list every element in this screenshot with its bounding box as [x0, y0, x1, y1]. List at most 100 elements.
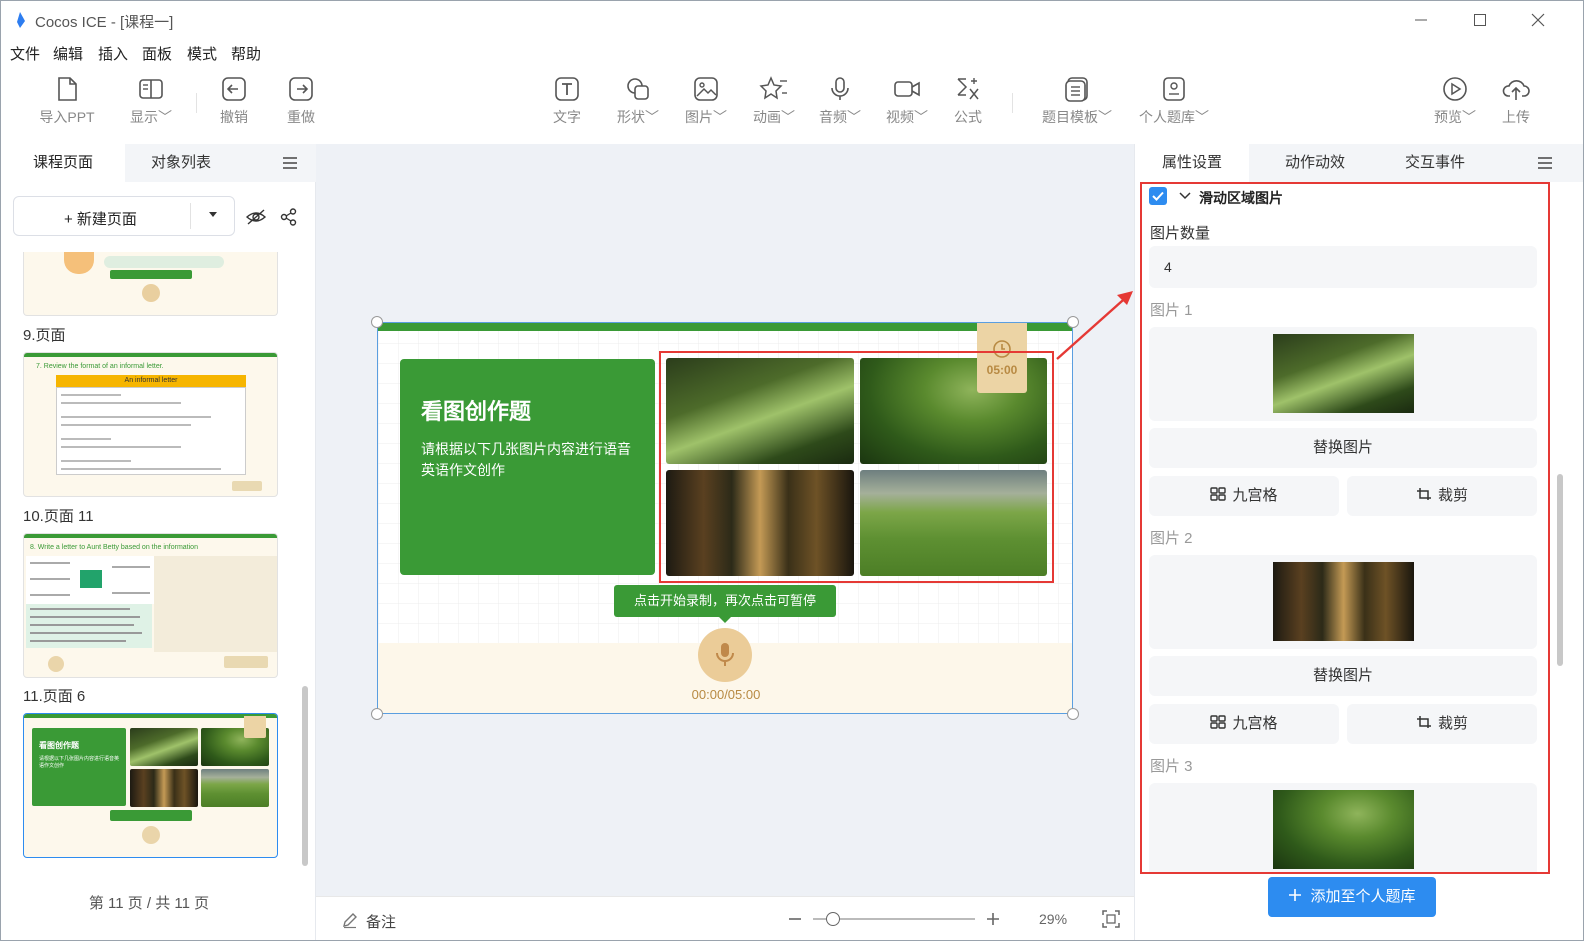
video-button[interactable]: 视频﹀ — [875, 73, 939, 129]
resize-handle-tl[interactable] — [371, 316, 383, 328]
maximize-button[interactable] — [1465, 7, 1495, 33]
mini-mic — [142, 826, 160, 844]
menu-file[interactable]: 文件 — [10, 43, 40, 64]
menu-mode[interactable]: 模式 — [187, 43, 217, 64]
image-label: 图片 — [685, 109, 713, 125]
tab-animations[interactable]: 动作动效 — [1255, 144, 1375, 182]
image-button[interactable]: 图片﹀ — [674, 73, 738, 129]
audio-button[interactable]: 音频﹀ — [808, 73, 872, 129]
slide-top-bar — [24, 714, 277, 718]
letter-box — [56, 387, 246, 475]
undo-button[interactable]: 撤销 — [202, 73, 266, 129]
redo-button[interactable]: 重做 — [269, 73, 333, 129]
audio-label: 音频 — [819, 109, 847, 125]
fit-screen-icon[interactable] — [1101, 909, 1121, 929]
right-tabs: 属性设置 动作动效 交互事件 — [1135, 144, 1583, 182]
page-counter: 第 11 页 / 共 11 页 — [88, 895, 210, 912]
slide-top-bar — [378, 323, 1072, 331]
page-label-10: 10.页面 11 — [23, 508, 94, 525]
menu-bar: 文件 编辑 插入 面板 模式 帮助 — [1, 39, 1583, 65]
mini-image-4 — [201, 769, 269, 807]
preview-button[interactable]: 预览﹀ — [1423, 73, 1487, 129]
bottom-bar: 备注 29% — [316, 896, 1134, 940]
slide-description: 请根据以下几张图片内容进行语音英语作文创作 — [421, 441, 631, 478]
notes-button[interactable]: 备注 — [366, 911, 396, 932]
formula-icon — [957, 78, 979, 100]
undo-label: 撤销 — [220, 109, 248, 125]
tab-interactions[interactable]: 交互事件 — [1375, 144, 1495, 182]
upload-button[interactable]: 上传 — [1484, 73, 1548, 129]
add-to-personal-bank-button[interactable]: 添加至个人题库 — [1268, 877, 1436, 917]
animation-button[interactable]: 动画﹀ — [742, 73, 806, 129]
menu-help[interactable]: 帮助 — [231, 43, 261, 64]
mini-record-tip — [110, 810, 192, 821]
menu-edit[interactable]: 编辑 — [53, 43, 83, 64]
record-tip: 点击开始录制，再次点击可暂停 — [614, 585, 836, 617]
left-panel-menu-icon[interactable] — [282, 156, 298, 170]
display-icon — [139, 79, 163, 99]
menu-insert[interactable]: 插入 — [98, 43, 128, 64]
question-bank-icon — [1163, 77, 1185, 101]
new-page-button[interactable]: + 新建页面 — [13, 196, 235, 236]
mini-image-1 — [130, 728, 198, 766]
left-scrollbar[interactable] — [302, 686, 308, 866]
editor-canvas[interactable]: 看图创作题 请根据以下几张图片内容进行语音英语作文创作 05:00 点击开始录制… — [316, 144, 1134, 896]
record-button[interactable] — [698, 628, 752, 682]
preview-label: 预览 — [1434, 109, 1462, 125]
redo-icon — [289, 77, 313, 101]
zoom-slider-thumb[interactable] — [826, 912, 840, 926]
page-thumbnail-current[interactable]: 看图创作题 请根据以下几张图片内容进行语音英语作文创作 — [23, 713, 278, 858]
left-panel: 课程页面 对象列表 + 新建页面 9.页面 7. Review the form… — [1, 144, 316, 940]
personal-bank-label: 个人题库 — [1139, 109, 1195, 125]
shape-button[interactable]: 形状﹀ — [606, 73, 670, 129]
right-scrollbar[interactable] — [1557, 474, 1563, 666]
mini-image-3 — [130, 769, 198, 807]
zoom-in-icon[interactable] — [985, 911, 1001, 927]
page-label-11: 11.页面 6 — [23, 688, 86, 705]
close-icon — [1531, 13, 1545, 27]
mini-title-card: 看图创作题 请根据以下几张图片内容进行语音英语作文创作 — [32, 728, 126, 806]
caret-down-icon[interactable] — [208, 211, 218, 219]
zoom-out-icon[interactable] — [787, 911, 803, 927]
import-ppt-button[interactable]: 导入PPT — [35, 73, 99, 129]
text-button[interactable]: 文字 — [535, 73, 599, 129]
upload-cloud-icon — [1502, 80, 1530, 100]
display-label: 显示 — [130, 109, 158, 125]
close-button[interactable] — [1523, 7, 1553, 33]
plus-icon — [1289, 889, 1302, 901]
tab-properties[interactable]: 属性设置 — [1135, 144, 1249, 182]
template-button[interactable]: 题目模板﹀ — [1036, 73, 1118, 129]
record-tip-mini — [110, 270, 192, 279]
page-thumbnail-9[interactable] — [23, 252, 278, 316]
import-ppt-label: 导入PPT — [39, 109, 95, 125]
add-button-label: 添加至个人题库 — [1310, 888, 1416, 905]
letter-area — [154, 556, 277, 652]
formula-button[interactable]: 公式 — [936, 73, 1000, 129]
page-thumbnail-10[interactable]: 7. Review the format of an informal lett… — [23, 352, 278, 497]
hide-eye-icon[interactable] — [245, 208, 267, 226]
video-label: 视频 — [886, 109, 914, 125]
character-illustration — [64, 252, 94, 274]
submit-mini — [224, 656, 268, 668]
minimize-button[interactable] — [1406, 7, 1436, 33]
tab-object-list[interactable]: 对象列表 — [125, 144, 237, 182]
title-card[interactable]: 看图创作题 请根据以下几张图片内容进行语音英语作文创作 — [400, 359, 655, 575]
share-node-icon[interactable] — [280, 208, 298, 226]
mini-title: 看图创作题 — [39, 741, 79, 750]
resize-handle-bl[interactable] — [371, 708, 383, 720]
page-thumbnail-11[interactable]: 8. Write a letter to Aunt Betty based on… — [23, 533, 278, 678]
text-label: 文字 — [553, 109, 581, 125]
resize-handle-br[interactable] — [1067, 708, 1079, 720]
slide[interactable]: 看图创作题 请根据以下几张图片内容进行语音英语作文创作 05:00 点击开始录制… — [377, 322, 1073, 714]
slide-top-bar — [24, 353, 277, 357]
personal-bank-button[interactable]: 个人题库﹀ — [1133, 73, 1215, 129]
page11-title: 8. Write a letter to Aunt Betty based on… — [30, 544, 198, 551]
right-panel-menu-icon[interactable] — [1537, 156, 1553, 170]
tab-course-pages[interactable]: 课程页面 — [1, 144, 125, 182]
menu-panel[interactable]: 面板 — [142, 43, 172, 64]
right-panel: 属性设置 动作动效 交互事件 滑动区域图片 图片数量 4 图片 1 替换图片 九… — [1134, 144, 1583, 940]
record-time: 00:00/05:00 — [691, 687, 761, 702]
questions-area — [26, 604, 152, 648]
display-button[interactable]: 显示﹀ — [119, 73, 183, 129]
cocos-logo-icon — [17, 12, 25, 28]
